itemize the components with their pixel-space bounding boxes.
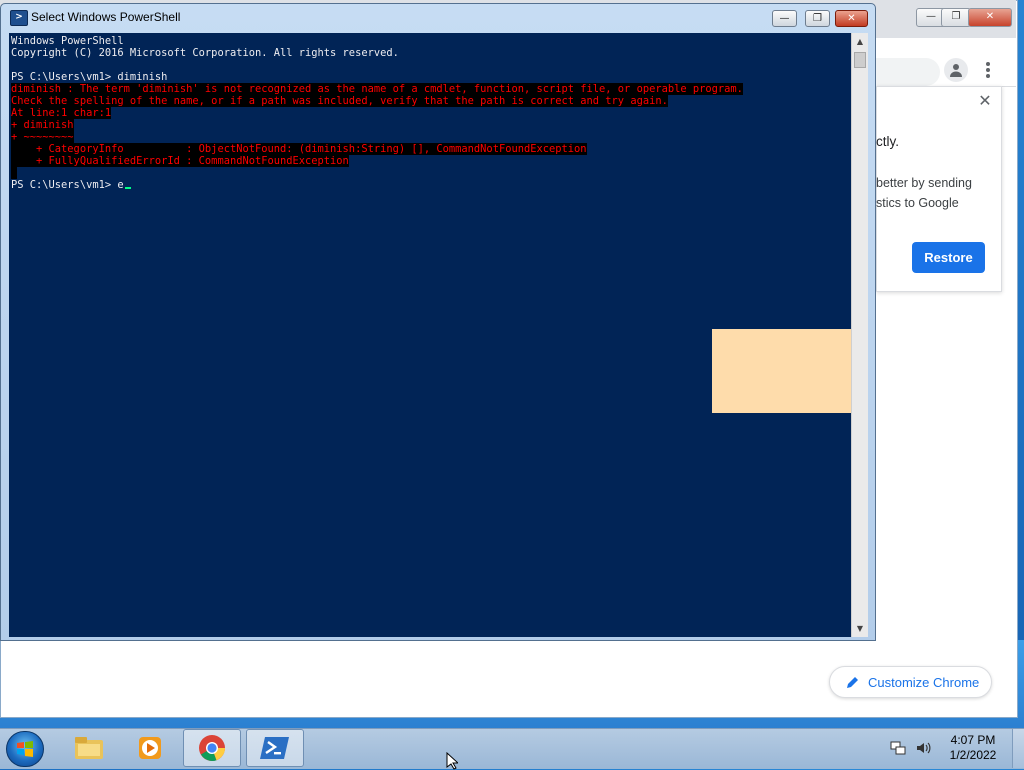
console-line: Windows PowerShell: [11, 35, 124, 47]
window-title: Select Windows PowerShell: [31, 10, 181, 24]
chrome-icon[interactable]: [183, 729, 241, 767]
chrome-close-button[interactable]: ✕: [968, 8, 1012, 27]
volume-icon[interactable]: [915, 740, 931, 756]
clock-time: 4:07 PM: [950, 733, 996, 747]
console-error-line: diminish : The term 'diminish' is not re…: [11, 83, 743, 95]
close-button[interactable]: ✕: [835, 10, 868, 27]
console-error-line: + CategoryInfo : ObjectNotFound: (dimini…: [11, 143, 587, 155]
media-player-icon[interactable]: [121, 729, 179, 767]
scrollbar-thumb[interactable]: [854, 52, 866, 68]
scroll-up-arrow-icon[interactable]: ▲: [852, 33, 868, 50]
customize-chrome-label: Customize Chrome: [868, 674, 980, 690]
vertical-scrollbar[interactable]: ▲ ▼: [851, 33, 868, 637]
restore-message-title: ctly.: [876, 134, 899, 149]
console-line: PS C:\Users\vm1> diminish: [11, 71, 168, 83]
highlight-overlay: [712, 329, 851, 413]
close-icon[interactable]: ✕: [976, 92, 994, 110]
clock-date: 1/2/2022: [949, 748, 997, 762]
powershell-window: > Select Windows PowerShell — ❐ ✕ Window…: [0, 3, 876, 641]
restore-message-line: stics to Google: [876, 196, 959, 210]
customize-chrome-button[interactable]: Customize Chrome: [829, 666, 992, 698]
console-error-line: + ~~~~~~~~: [11, 131, 74, 143]
minimize-button[interactable]: —: [772, 10, 797, 27]
profile-icon[interactable]: [944, 58, 968, 82]
console-line: Copyright (C) 2016 Microsoft Corporation…: [11, 47, 399, 59]
show-desktop-button[interactable]: [1012, 729, 1024, 768]
console-error-line: + FullyQualifiedErrorId : CommandNotFoun…: [11, 155, 349, 167]
maximize-button[interactable]: ❐: [805, 10, 830, 27]
restore-message-line: better by sending: [876, 176, 972, 190]
network-icon[interactable]: [890, 740, 906, 756]
pencil-icon: [847, 677, 858, 688]
windows-start-icon[interactable]: [6, 731, 44, 767]
console-error-line: [11, 167, 18, 179]
system-clock[interactable]: 4:07 PM 1/2/2022: [940, 733, 1006, 767]
chrome-menu-icon[interactable]: [976, 58, 1000, 82]
chrome-maximize-button[interactable]: ❐: [941, 8, 971, 27]
powershell-icon[interactable]: [246, 729, 304, 767]
text-cursor: [124, 187, 131, 189]
console-error-line: + diminish: [11, 119, 74, 131]
powershell-icon: >: [10, 10, 28, 26]
restore-button[interactable]: Restore: [912, 242, 985, 273]
scroll-down-arrow-icon[interactable]: ▼: [852, 620, 868, 637]
console-error-line: Check the spelling of the name, or if a …: [11, 95, 668, 107]
console-error-line: At line:1 char:1: [11, 107, 112, 119]
mouse-pointer-icon: [446, 752, 458, 770]
file-explorer-icon[interactable]: [60, 729, 118, 767]
console-output[interactable]: Windows PowerShell Copyright (C) 2016 Mic…: [9, 33, 851, 637]
console-line: PS C:\Users\vm1> e: [11, 179, 131, 191]
